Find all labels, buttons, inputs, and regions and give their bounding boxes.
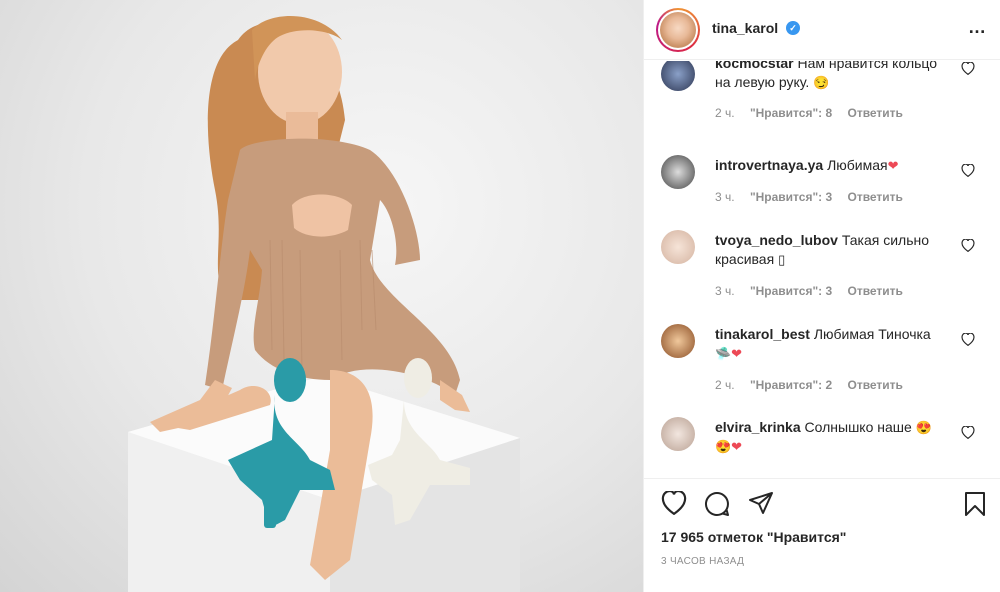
reply-button[interactable]: Ответить (847, 284, 902, 298)
verified-badge-icon: ✓ (786, 21, 800, 35)
comment-like-heart-icon[interactable] (961, 164, 975, 177)
share-icon[interactable] (748, 491, 774, 515)
heart-icon[interactable] (661, 491, 687, 515)
post-photo-illustration (128, 16, 520, 592)
comment-text: tinakarol_best Любимая Тиночка 🛸❤ (715, 325, 955, 363)
comment-username[interactable]: introvertnaya.ya (715, 157, 823, 173)
commenter-avatar[interactable] (661, 324, 695, 358)
comment-like-heart-icon[interactable] (961, 239, 975, 252)
comment-like-heart-icon[interactable] (961, 426, 975, 439)
heart-emoji-icon: ❤ (887, 158, 899, 173)
post-photo[interactable] (0, 0, 643, 592)
comment-meta: 2 ч. "Нравится": 2 Ответить (715, 378, 915, 392)
comment-like-heart-icon[interactable] (961, 62, 975, 75)
post-time[interactable]: 3 ЧАСОВ НАЗАД (661, 556, 744, 567)
comment-time[interactable]: 3 ч. (715, 284, 735, 298)
comment-username[interactable]: tvoya_nedo_lubov (715, 232, 838, 248)
heart-eyes-heart-emoji-icon: 😍❤ (715, 439, 743, 454)
comment-time[interactable]: 3 ч. (715, 190, 735, 204)
heart-eyes-emoji-icon: 😍 (915, 420, 932, 435)
comment-body: Любимая Тиночка (813, 326, 931, 342)
comment-likes[interactable]: "Нравится": 3 (750, 190, 832, 204)
post-header: tina_karol ✓ … (644, 0, 1000, 60)
commenter-avatar[interactable] (661, 61, 695, 91)
commenter-avatar[interactable] (661, 417, 695, 451)
more-options-icon[interactable]: … (968, 17, 987, 38)
comment-text: kocmocstar Нам нравится кольцо на левую … (715, 61, 955, 92)
author-avatar[interactable] (656, 8, 700, 52)
comment-body: Солнышко наше (804, 419, 912, 435)
comment-likes[interactable]: "Нравится": 2 (750, 378, 832, 392)
comment-meta: 3 ч. "Нравится": 3 Ответить (715, 284, 915, 298)
reply-button[interactable]: Ответить (847, 378, 902, 392)
bookmark-icon[interactable] (964, 491, 986, 517)
smirk-emoji-icon: 😏 (813, 75, 830, 90)
comment-text: introvertnaya.ya Любимая❤ (715, 156, 955, 175)
missing-glyph-icon: ▯ (778, 252, 786, 267)
comment-text: elvira_krinka Солнышко наше 😍 😍❤ (715, 418, 955, 456)
commenter-avatar[interactable] (661, 155, 695, 189)
comment-text: tvoya_nedo_lubov Такая сильно красивая ▯ (715, 231, 955, 269)
author-username[interactable]: tina_karol (712, 20, 778, 36)
comment-username[interactable]: tinakarol_best (715, 326, 810, 342)
comment-likes[interactable]: "Нравится": 3 (750, 284, 832, 298)
likes-count[interactable]: 17 965 отметок "Нравится" (661, 529, 846, 545)
post-side-panel: tina_karol ✓ … kocmocstar Нам нравится к… (643, 0, 1000, 592)
comment-username[interactable]: kocmocstar (715, 61, 794, 71)
comment-username[interactable]: elvira_krinka (715, 419, 801, 435)
post-actions: 17 965 отметок "Нравится" 3 ЧАСОВ НАЗАД (644, 478, 1000, 592)
comments-list[interactable]: kocmocstar Нам нравится кольцо на левую … (644, 61, 1000, 478)
comment-time[interactable]: 2 ч. (715, 378, 735, 392)
ufo-heart-emoji-icon: 🛸❤ (715, 346, 743, 361)
comment-likes[interactable]: "Нравится": 8 (750, 106, 832, 120)
comment-meta: 2 ч. "Нравится": 8 Ответить (715, 106, 915, 120)
reply-button[interactable]: Ответить (847, 106, 902, 120)
comment-body: Любимая (827, 157, 888, 173)
comment-meta: 3 ч. "Нравится": 3 Ответить (715, 190, 915, 204)
commenter-avatar[interactable] (661, 230, 695, 264)
comment-like-heart-icon[interactable] (961, 333, 975, 346)
comment-time[interactable]: 2 ч. (715, 106, 735, 120)
comment-icon[interactable] (704, 491, 730, 517)
reply-button[interactable]: Ответить (847, 190, 902, 204)
